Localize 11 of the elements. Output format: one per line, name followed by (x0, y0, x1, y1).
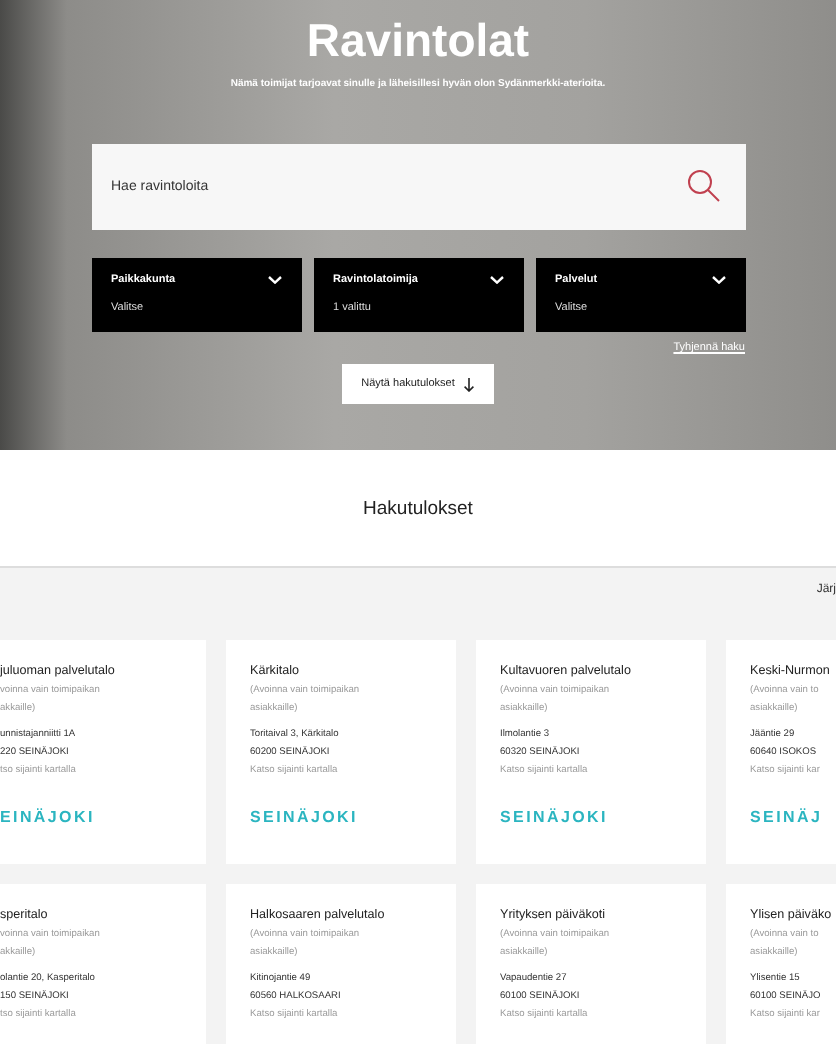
city-logo: SEINÄJ (750, 808, 823, 826)
results-heading: Hakutulokset (363, 497, 473, 519)
chevron-down-icon (489, 276, 503, 284)
search-icon[interactable] (685, 168, 721, 204)
city-logo: SEINÄJOKI (500, 808, 608, 826)
chevron-down-icon (267, 276, 281, 284)
page-title: Ravintolat (306, 12, 530, 68)
chevron-down-icon (711, 276, 725, 284)
city-logo: SEINÄJOKI (250, 808, 358, 826)
city-logo: EINÄJOKI (0, 808, 95, 826)
arrow-down-icon (464, 377, 475, 391)
